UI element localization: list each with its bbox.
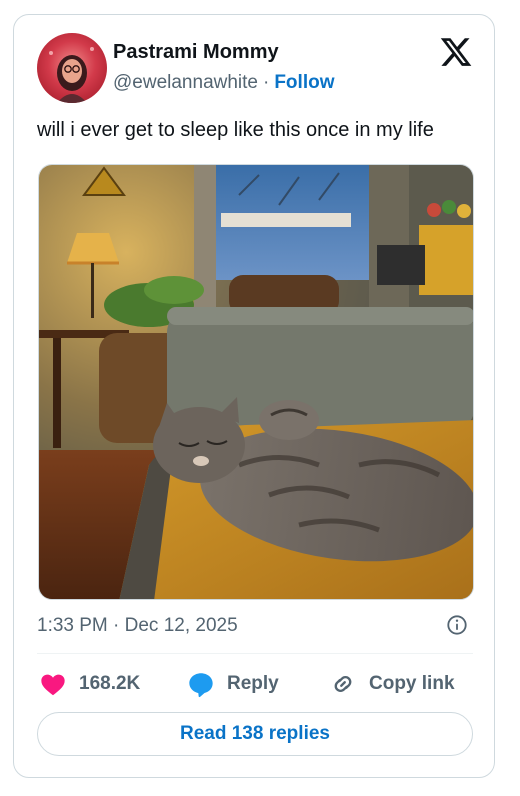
author-avatar[interactable] bbox=[37, 33, 107, 103]
follow-link[interactable]: Follow bbox=[274, 72, 334, 93]
reply-bubble-icon bbox=[189, 673, 213, 698]
author-handle-row: @ewelannawhite · Follow bbox=[113, 72, 334, 94]
info-icon[interactable] bbox=[446, 614, 468, 636]
link-icon bbox=[334, 675, 352, 693]
read-replies-button[interactable]: Read 138 replies bbox=[37, 712, 473, 756]
tweet-timestamp[interactable]: 1:33 PM · Dec 12, 2025 bbox=[37, 615, 238, 637]
copy-link-label: Copy link bbox=[369, 673, 455, 694]
heart-icon bbox=[41, 674, 65, 696]
author-name[interactable]: Pastrami Mommy bbox=[113, 41, 279, 64]
author-handle[interactable]: @ewelannawhite bbox=[113, 72, 258, 93]
photo-cat-sleeping-on-couch-icon bbox=[39, 165, 473, 599]
actions-divider bbox=[37, 653, 473, 654]
avatar-image bbox=[49, 47, 94, 103]
tweet-text: will i ever get to sleep like this once … bbox=[37, 119, 434, 141]
copy-link-button[interactable]: Copy link bbox=[329, 670, 455, 698]
x-logo-icon[interactable] bbox=[439, 35, 473, 69]
tweet-card: Pastrami Mommy @ewelannawhite · Follow wil… bbox=[13, 14, 495, 778]
tweet-photo[interactable] bbox=[38, 164, 474, 600]
reply-label: Reply bbox=[227, 673, 279, 694]
like-button[interactable]: 168.2K bbox=[39, 670, 140, 698]
separator-dot: · bbox=[263, 72, 270, 93]
like-count: 168.2K bbox=[79, 673, 141, 694]
reply-button[interactable]: Reply bbox=[187, 670, 279, 698]
